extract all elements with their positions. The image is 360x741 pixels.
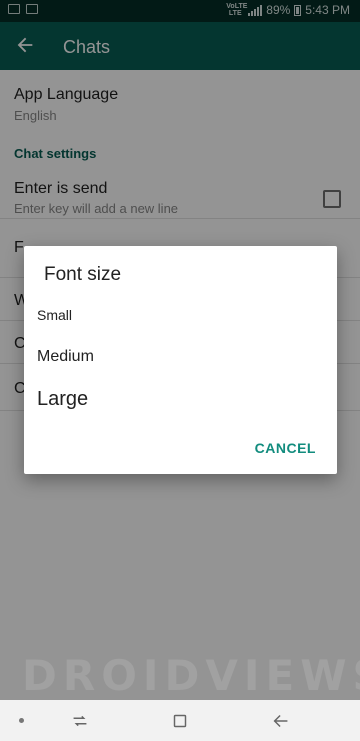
system-nav-bar [0,700,360,741]
recents-icon[interactable] [69,710,91,732]
watermark-logo: DROIDVIEWS [22,651,360,700]
dialog-title: Font size [44,264,122,285]
home-icon[interactable] [169,710,191,732]
font-size-dialog: Font size Small Medium Large CANCEL [24,246,337,474]
nav-dot-icon [19,718,24,723]
font-option-medium[interactable]: Medium [37,348,94,366]
font-option-large[interactable]: Large [37,388,88,411]
back-icon[interactable] [270,710,292,732]
font-option-small[interactable]: Small [37,307,72,323]
cancel-button[interactable]: CANCEL [255,440,316,456]
